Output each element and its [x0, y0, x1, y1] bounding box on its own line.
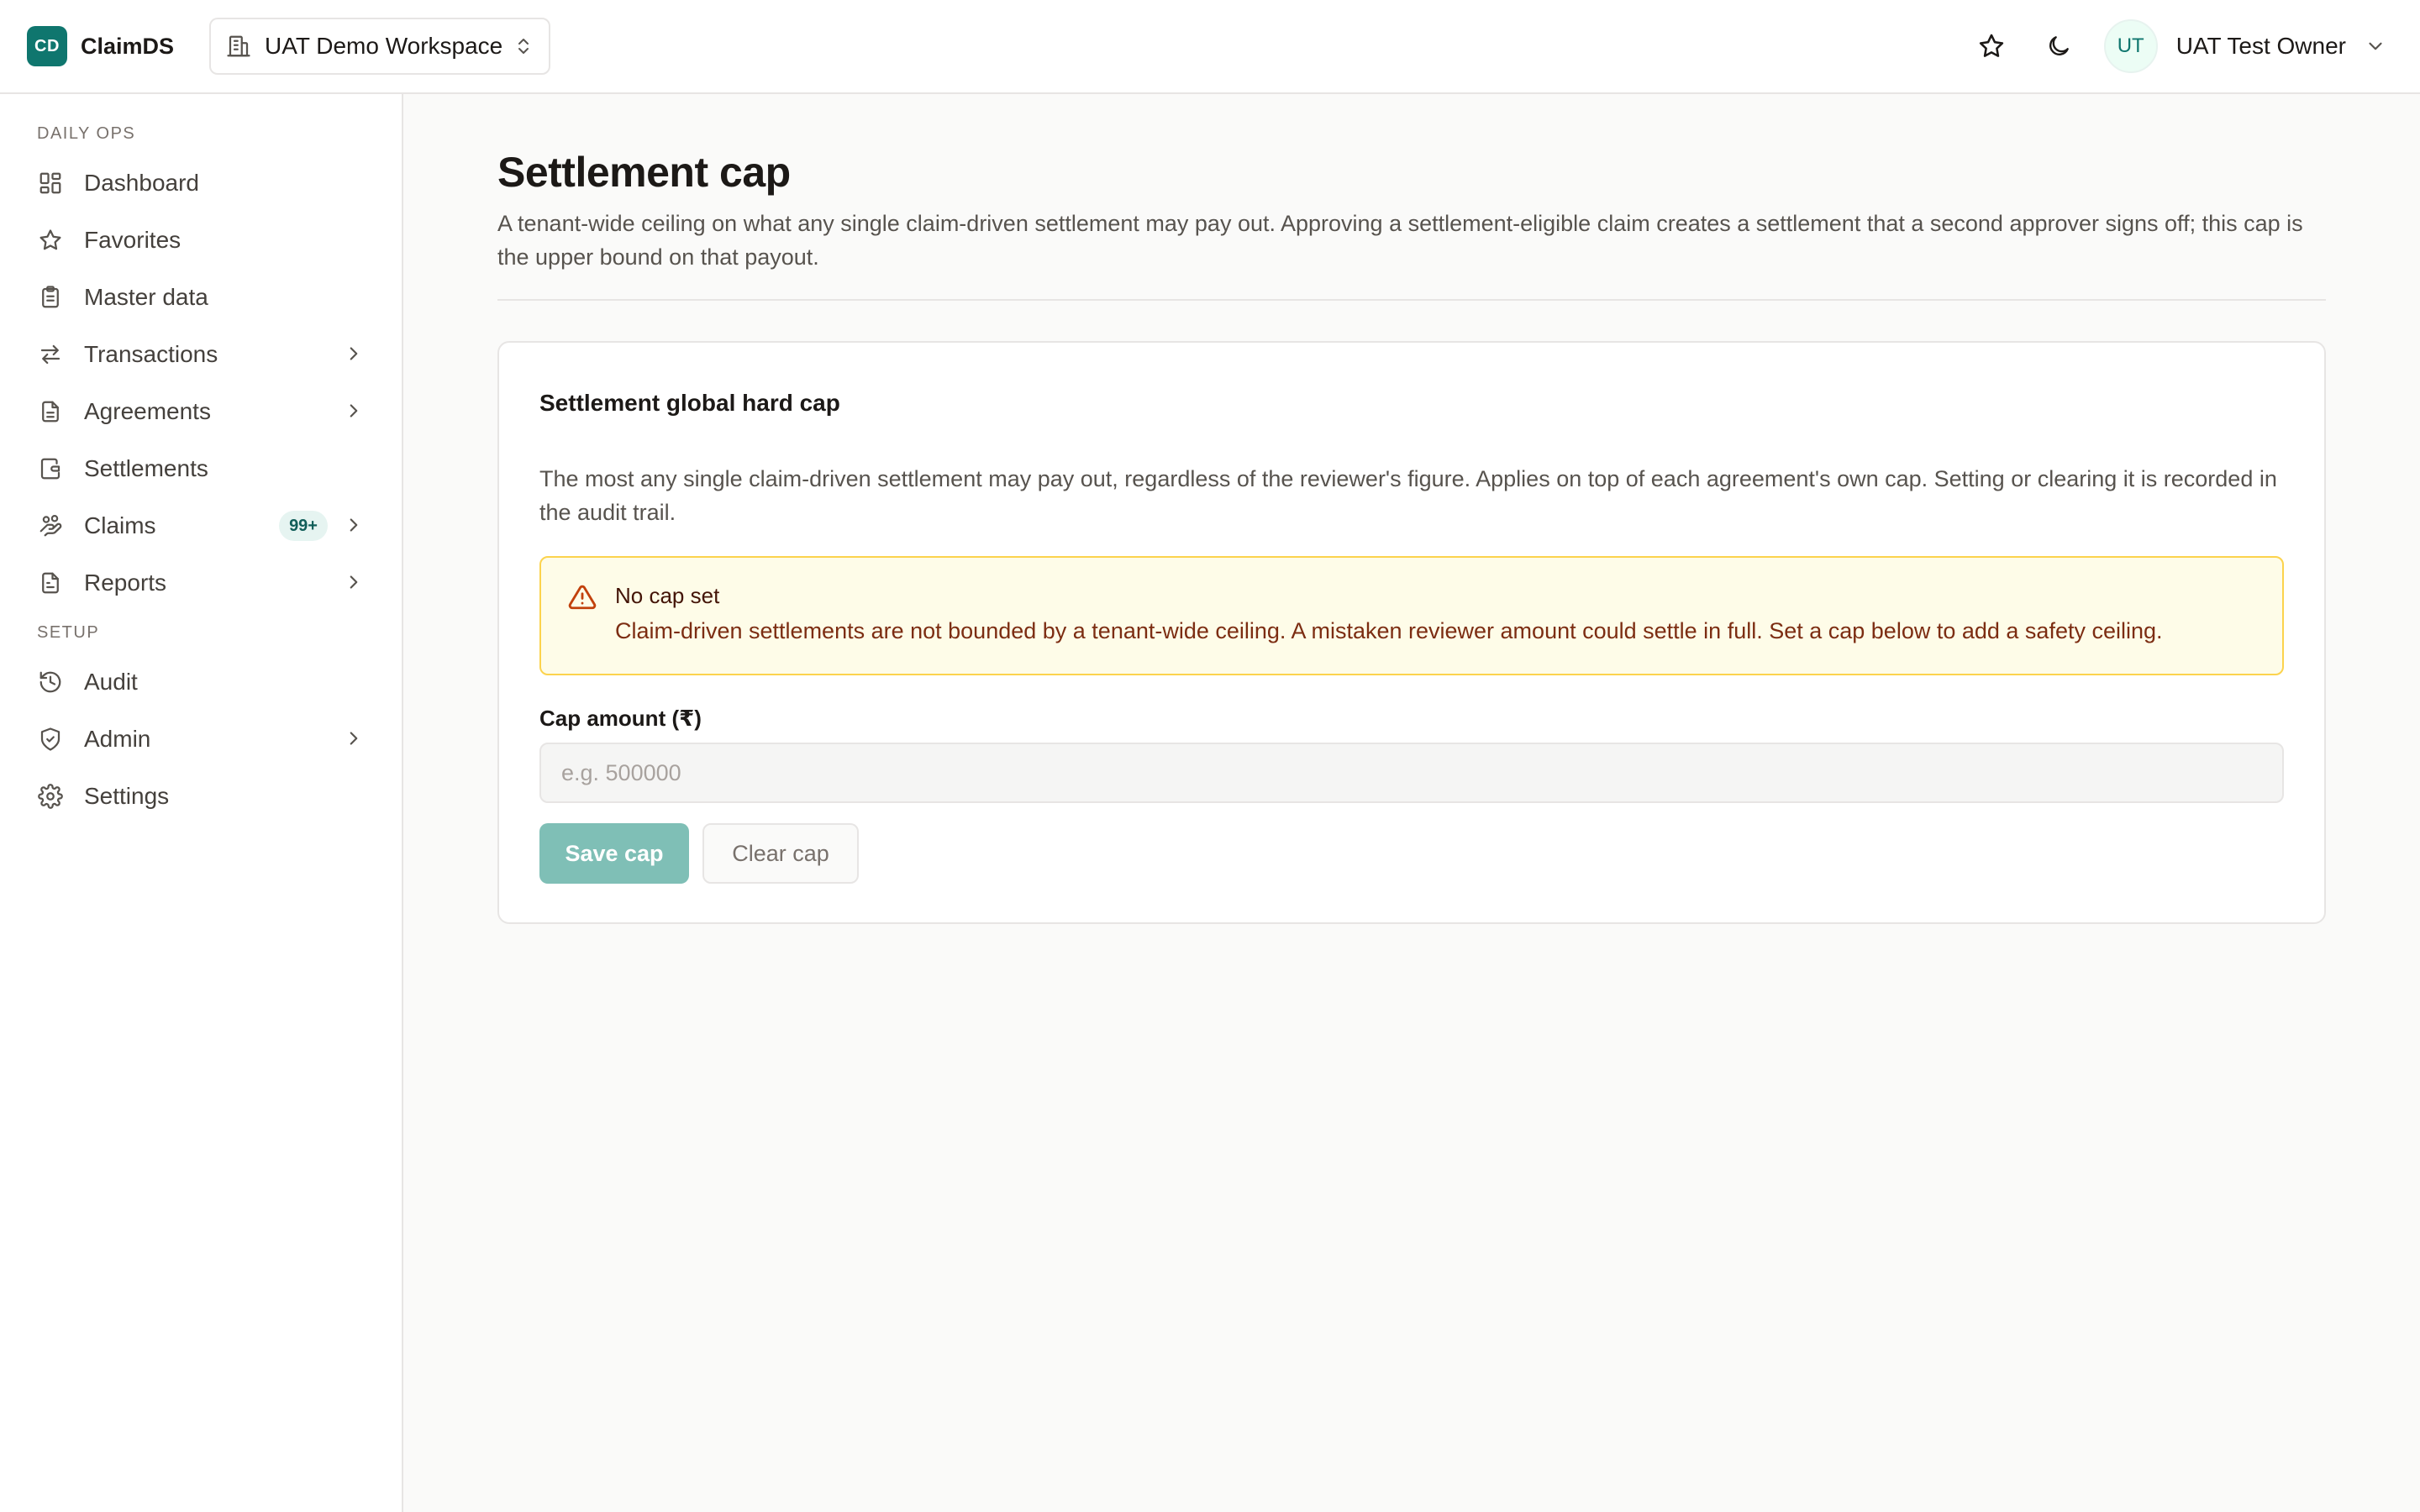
theme-toggle-button[interactable] [2035, 23, 2082, 70]
arrows-icon [37, 341, 64, 368]
chevron-right-icon [343, 571, 365, 593]
section-label-daily-ops: DAILY OPS [37, 124, 136, 143]
wallet-icon [37, 455, 64, 482]
avatar: UT [2103, 19, 2158, 73]
user-name: UAT Test Owner [2175, 33, 2346, 59]
cap-amount-label: Cap amount (₹) [539, 706, 702, 731]
chevron-right-icon [343, 514, 365, 536]
sidebar-item-label: Claims [84, 512, 156, 538]
sidebar-item-master-data[interactable]: Master data [24, 272, 376, 323]
clear-cap-button[interactable]: Clear cap [702, 823, 859, 884]
sidebar-item-transactions[interactable]: Transactions [24, 329, 376, 380]
settlement-cap-card: Settlement global hard cap The most any … [497, 341, 2326, 924]
user-menu[interactable]: UT UAT Test Owner [2103, 19, 2386, 73]
sidebar: DAILY OPS Dashboard Favorites Master dat… [0, 94, 403, 1512]
report-icon [37, 570, 64, 596]
sidebar-item-favorites[interactable]: Favorites [24, 215, 376, 265]
section-label-setup: SETUP [37, 623, 100, 642]
alert-title: No cap set [615, 583, 720, 608]
shield-icon [37, 726, 64, 753]
top-bar: CD ClaimDS UAT Demo Workspace UT UAT Tes… [0, 0, 2420, 94]
favorites-button[interactable] [1968, 23, 2015, 70]
divider [497, 299, 2326, 301]
sidebar-item-label: Audit [84, 669, 138, 695]
workspace-label: UAT Demo Workspace [265, 33, 503, 59]
sidebar-item-audit[interactable]: Audit [24, 657, 376, 707]
save-cap-button[interactable]: Save cap [539, 823, 689, 884]
sidebar-item-label: Agreements [84, 398, 211, 424]
workspace-switcher[interactable]: UAT Demo Workspace [209, 18, 551, 75]
clipboard-icon [37, 284, 64, 311]
document-icon [37, 398, 64, 425]
sidebar-item-label: Settings [84, 783, 170, 809]
chevron-right-icon [343, 343, 365, 365]
sidebar-item-label: Admin [84, 726, 151, 752]
alert-message: Claim-driven settlements are not bounded… [615, 618, 2163, 643]
chevron-down-icon [2365, 35, 2386, 57]
chevron-right-icon [343, 727, 365, 749]
building-icon [226, 34, 251, 59]
page-title: Settlement cap [497, 149, 791, 196]
chevrons-up-down-icon [513, 36, 534, 56]
moon-icon [2045, 33, 2072, 60]
sidebar-item-dashboard[interactable]: Dashboard [24, 158, 376, 208]
claims-count-badge: 99+ [279, 511, 328, 541]
cap-amount-input[interactable] [539, 743, 2284, 803]
sidebar-item-label: Dashboard [84, 170, 199, 196]
no-cap-warning: No cap set Claim-driven settlements are … [539, 556, 2284, 675]
sidebar-item-claims[interactable]: Claims 99+ [24, 501, 376, 551]
dashboard-icon [37, 170, 64, 197]
sidebar-item-agreements[interactable]: Agreements [24, 386, 376, 437]
sidebar-item-settlements[interactable]: Settlements [24, 444, 376, 494]
hand-coins-icon [37, 512, 64, 539]
gear-icon [37, 783, 64, 810]
sidebar-item-label: Transactions [84, 341, 218, 367]
sidebar-item-admin[interactable]: Admin [24, 714, 376, 764]
sidebar-item-label: Settlements [84, 455, 208, 481]
chevron-right-icon [343, 400, 365, 422]
sidebar-item-reports[interactable]: Reports [24, 558, 376, 608]
sidebar-item-label: Master data [84, 284, 208, 310]
sidebar-item-label: Reports [84, 570, 167, 596]
star-icon [37, 227, 64, 254]
card-title: Settlement global hard cap [539, 390, 840, 416]
sidebar-item-settings[interactable]: Settings [24, 771, 376, 822]
card-description: The most any single claim-driven settlem… [539, 466, 2277, 525]
brand-logo: CD [27, 26, 67, 66]
star-icon [1977, 32, 2006, 60]
history-icon [37, 669, 64, 696]
sidebar-item-label: Favorites [84, 227, 182, 253]
brand[interactable]: CD ClaimDS [27, 26, 174, 66]
app-name: ClaimDS [81, 33, 175, 59]
page-description: A tenant-wide ceiling on what any single… [497, 211, 2303, 270]
warning-triangle-icon [568, 583, 597, 612]
